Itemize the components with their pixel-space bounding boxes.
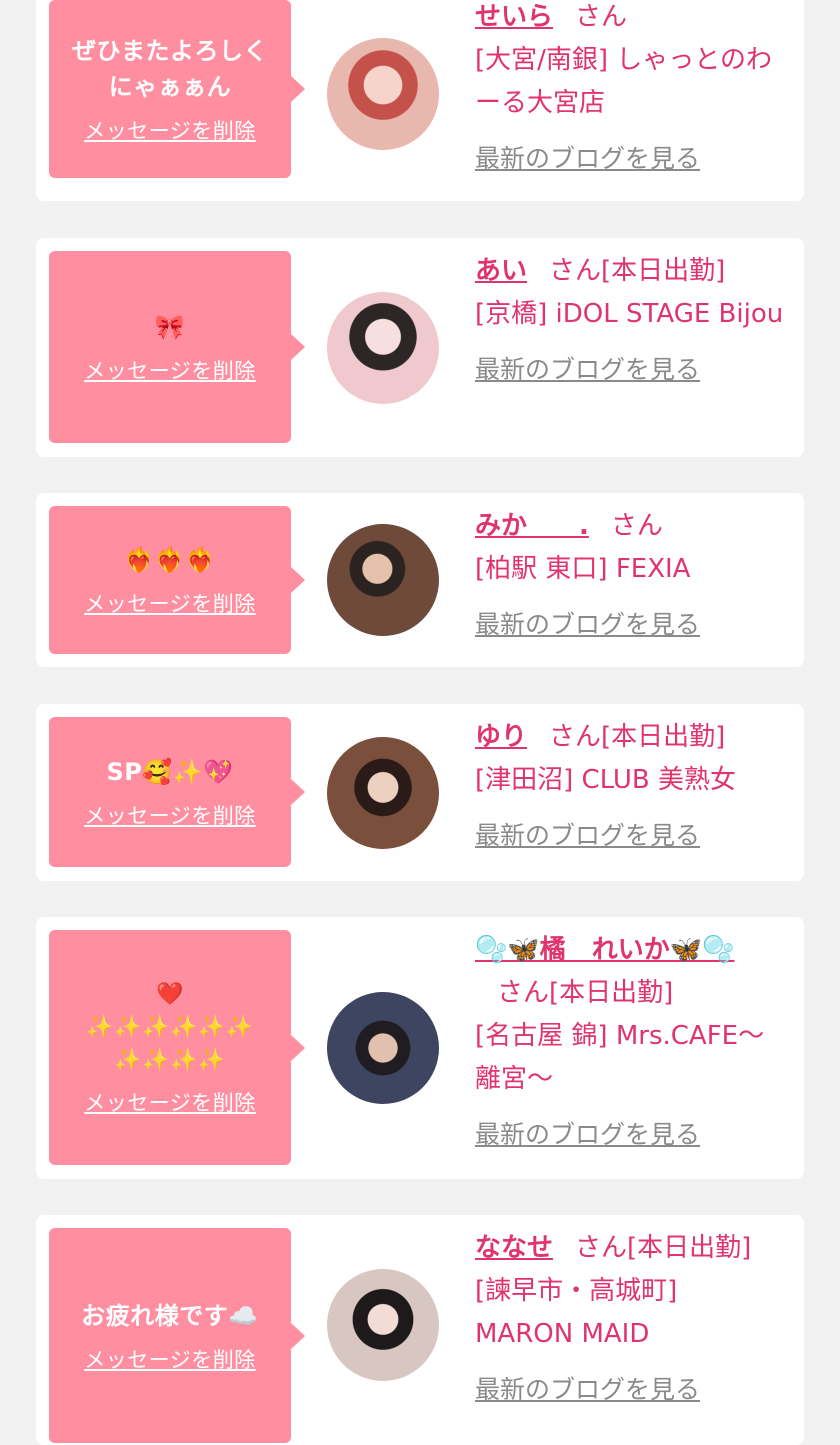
message-bubble: ❤️‍🔥❤️‍🔥❤️‍🔥 メッセージを削除 bbox=[49, 506, 305, 654]
shop-name: [諫早市・高城町] MARON MAID bbox=[475, 1276, 678, 1349]
message-bubble: お疲れ様です☁️ メッセージを削除 bbox=[49, 1228, 305, 1443]
favorite-card: SP🥰✨💖 メッセージを削除 ゆり さん[本日出勤] [津田沼] CLUB 美熟女… bbox=[36, 704, 804, 881]
shop-name: [柏駅 東口] FEXIA bbox=[475, 554, 691, 584]
latest-blog-link[interactable]: 最新のブログを見る bbox=[475, 603, 700, 646]
latest-blog-link[interactable]: 最新のブログを見る bbox=[475, 348, 700, 391]
girl-name-link[interactable]: せいら bbox=[475, 2, 553, 32]
delete-message-link[interactable]: メッセージを削除 bbox=[84, 1087, 256, 1117]
message-text: SP🥰✨💖 bbox=[106, 758, 234, 786]
avatar[interactable] bbox=[327, 524, 439, 636]
girl-name-link[interactable]: ななせ bbox=[475, 1233, 553, 1263]
girl-name-link[interactable]: あい bbox=[475, 256, 527, 286]
latest-blog-link[interactable]: 最新のブログを見る bbox=[475, 1368, 700, 1411]
honorific: さん bbox=[549, 256, 602, 286]
latest-blog-link[interactable]: 最新のブログを見る bbox=[475, 814, 700, 857]
delete-message-link[interactable]: メッセージを削除 bbox=[84, 800, 256, 830]
latest-blog-link[interactable]: 最新のブログを見る bbox=[475, 137, 700, 180]
girl-name-link[interactable]: 🫧🦋橘 れいか🦋🫧 bbox=[475, 935, 735, 965]
favorite-card: ❤️‍🔥❤️‍🔥❤️‍🔥 メッセージを削除 みか . さん [柏駅 東口] FEX… bbox=[36, 493, 804, 667]
message-text: ❤️‍🔥❤️‍🔥❤️‍🔥 bbox=[124, 546, 216, 574]
message-text: ぜひまたよろしく にゃぁぁん bbox=[72, 37, 268, 101]
honorific: さん bbox=[575, 1233, 628, 1263]
avatar[interactable] bbox=[327, 737, 439, 849]
delete-message-link[interactable]: メッセージを削除 bbox=[84, 588, 256, 618]
message-text: お疲れ様です☁️ bbox=[81, 1301, 259, 1330]
shop-name: [大宮/南銀] しゃっとのわーる大宮店 bbox=[475, 45, 773, 118]
honorific: さん bbox=[610, 511, 663, 541]
girl-name-link[interactable]: ゆり bbox=[475, 722, 527, 752]
profile-info: みか . さん [柏駅 東口] FEXIA 最新のブログを見る bbox=[475, 505, 795, 647]
favorite-card: ❤️ ✨✨✨✨✨✨ ✨✨✨✨ メッセージを削除 🫧🦋橘 れいか🦋🫧 さん[本日出勤… bbox=[36, 917, 804, 1179]
shop-name: [津田沼] CLUB 美熟女 bbox=[475, 765, 737, 795]
profile-info: あい さん[本日出勤] [京橋] iDOL STAGE Bijou 最新のブログを… bbox=[475, 250, 795, 392]
avatar[interactable] bbox=[327, 292, 439, 404]
latest-blog-link[interactable]: 最新のブログを見る bbox=[475, 1113, 700, 1156]
honorific: さん bbox=[497, 978, 550, 1008]
honorific: さん bbox=[549, 722, 602, 752]
avatar[interactable] bbox=[327, 1269, 439, 1381]
profile-info: ななせ さん[本日出勤] [諫早市・高城町] MARON MAID 最新のブログを… bbox=[475, 1227, 780, 1412]
avatar[interactable] bbox=[327, 38, 439, 150]
status-badge: [本日出勤] bbox=[601, 722, 726, 752]
avatar[interactable] bbox=[327, 992, 439, 1104]
delete-message-link[interactable]: メッセージを削除 bbox=[84, 1344, 256, 1374]
honorific: さん bbox=[575, 2, 628, 32]
message-bubble: SP🥰✨💖 メッセージを削除 bbox=[49, 717, 305, 867]
profile-info: ゆり さん[本日出勤] [津田沼] CLUB 美熟女 最新のブログを見る bbox=[475, 716, 795, 858]
message-bubble: ぜひまたよろしく にゃぁぁん メッセージを削除 bbox=[49, 0, 305, 178]
status-badge: [本日出勤] bbox=[549, 978, 674, 1008]
delete-message-link[interactable]: メッセージを削除 bbox=[84, 355, 256, 385]
message-text: 🎀 bbox=[154, 313, 186, 341]
favorite-card: ぜひまたよろしく にゃぁぁん メッセージを削除 せいら さん [大宮/南銀] しゃ… bbox=[36, 0, 804, 201]
favorite-card: 🎀 メッセージを削除 あい さん[本日出勤] [京橋] iDOL STAGE Bi… bbox=[36, 238, 804, 457]
profile-info: せいら さん [大宮/南銀] しゃっとのわーる大宮店 最新のブログを見る bbox=[475, 0, 795, 181]
message-bubble: 🎀 メッセージを削除 bbox=[49, 251, 305, 443]
status-badge: [本日出勤] bbox=[627, 1233, 752, 1263]
delete-message-link[interactable]: メッセージを削除 bbox=[84, 115, 256, 145]
message-bubble: ❤️ ✨✨✨✨✨✨ ✨✨✨✨ メッセージを削除 bbox=[49, 930, 305, 1165]
status-badge: [本日出勤] bbox=[601, 256, 726, 286]
shop-name: [京橋] iDOL STAGE Bijou bbox=[475, 299, 784, 329]
favorite-card: お疲れ様です☁️ メッセージを削除 ななせ さん[本日出勤] [諫早市・高城町] … bbox=[36, 1215, 804, 1445]
shop-name: [名古屋 錦] Mrs.CAFE〜離宮〜 bbox=[475, 1021, 765, 1094]
girl-name-link[interactable]: みか . bbox=[475, 511, 589, 541]
message-text: ❤️ ✨✨✨✨✨✨ ✨✨✨✨ bbox=[86, 982, 254, 1073]
profile-info: 🫧🦋橘 れいか🦋🫧 さん[本日出勤] [名古屋 錦] Mrs.CAFE〜離宮〜 最… bbox=[475, 929, 775, 1157]
